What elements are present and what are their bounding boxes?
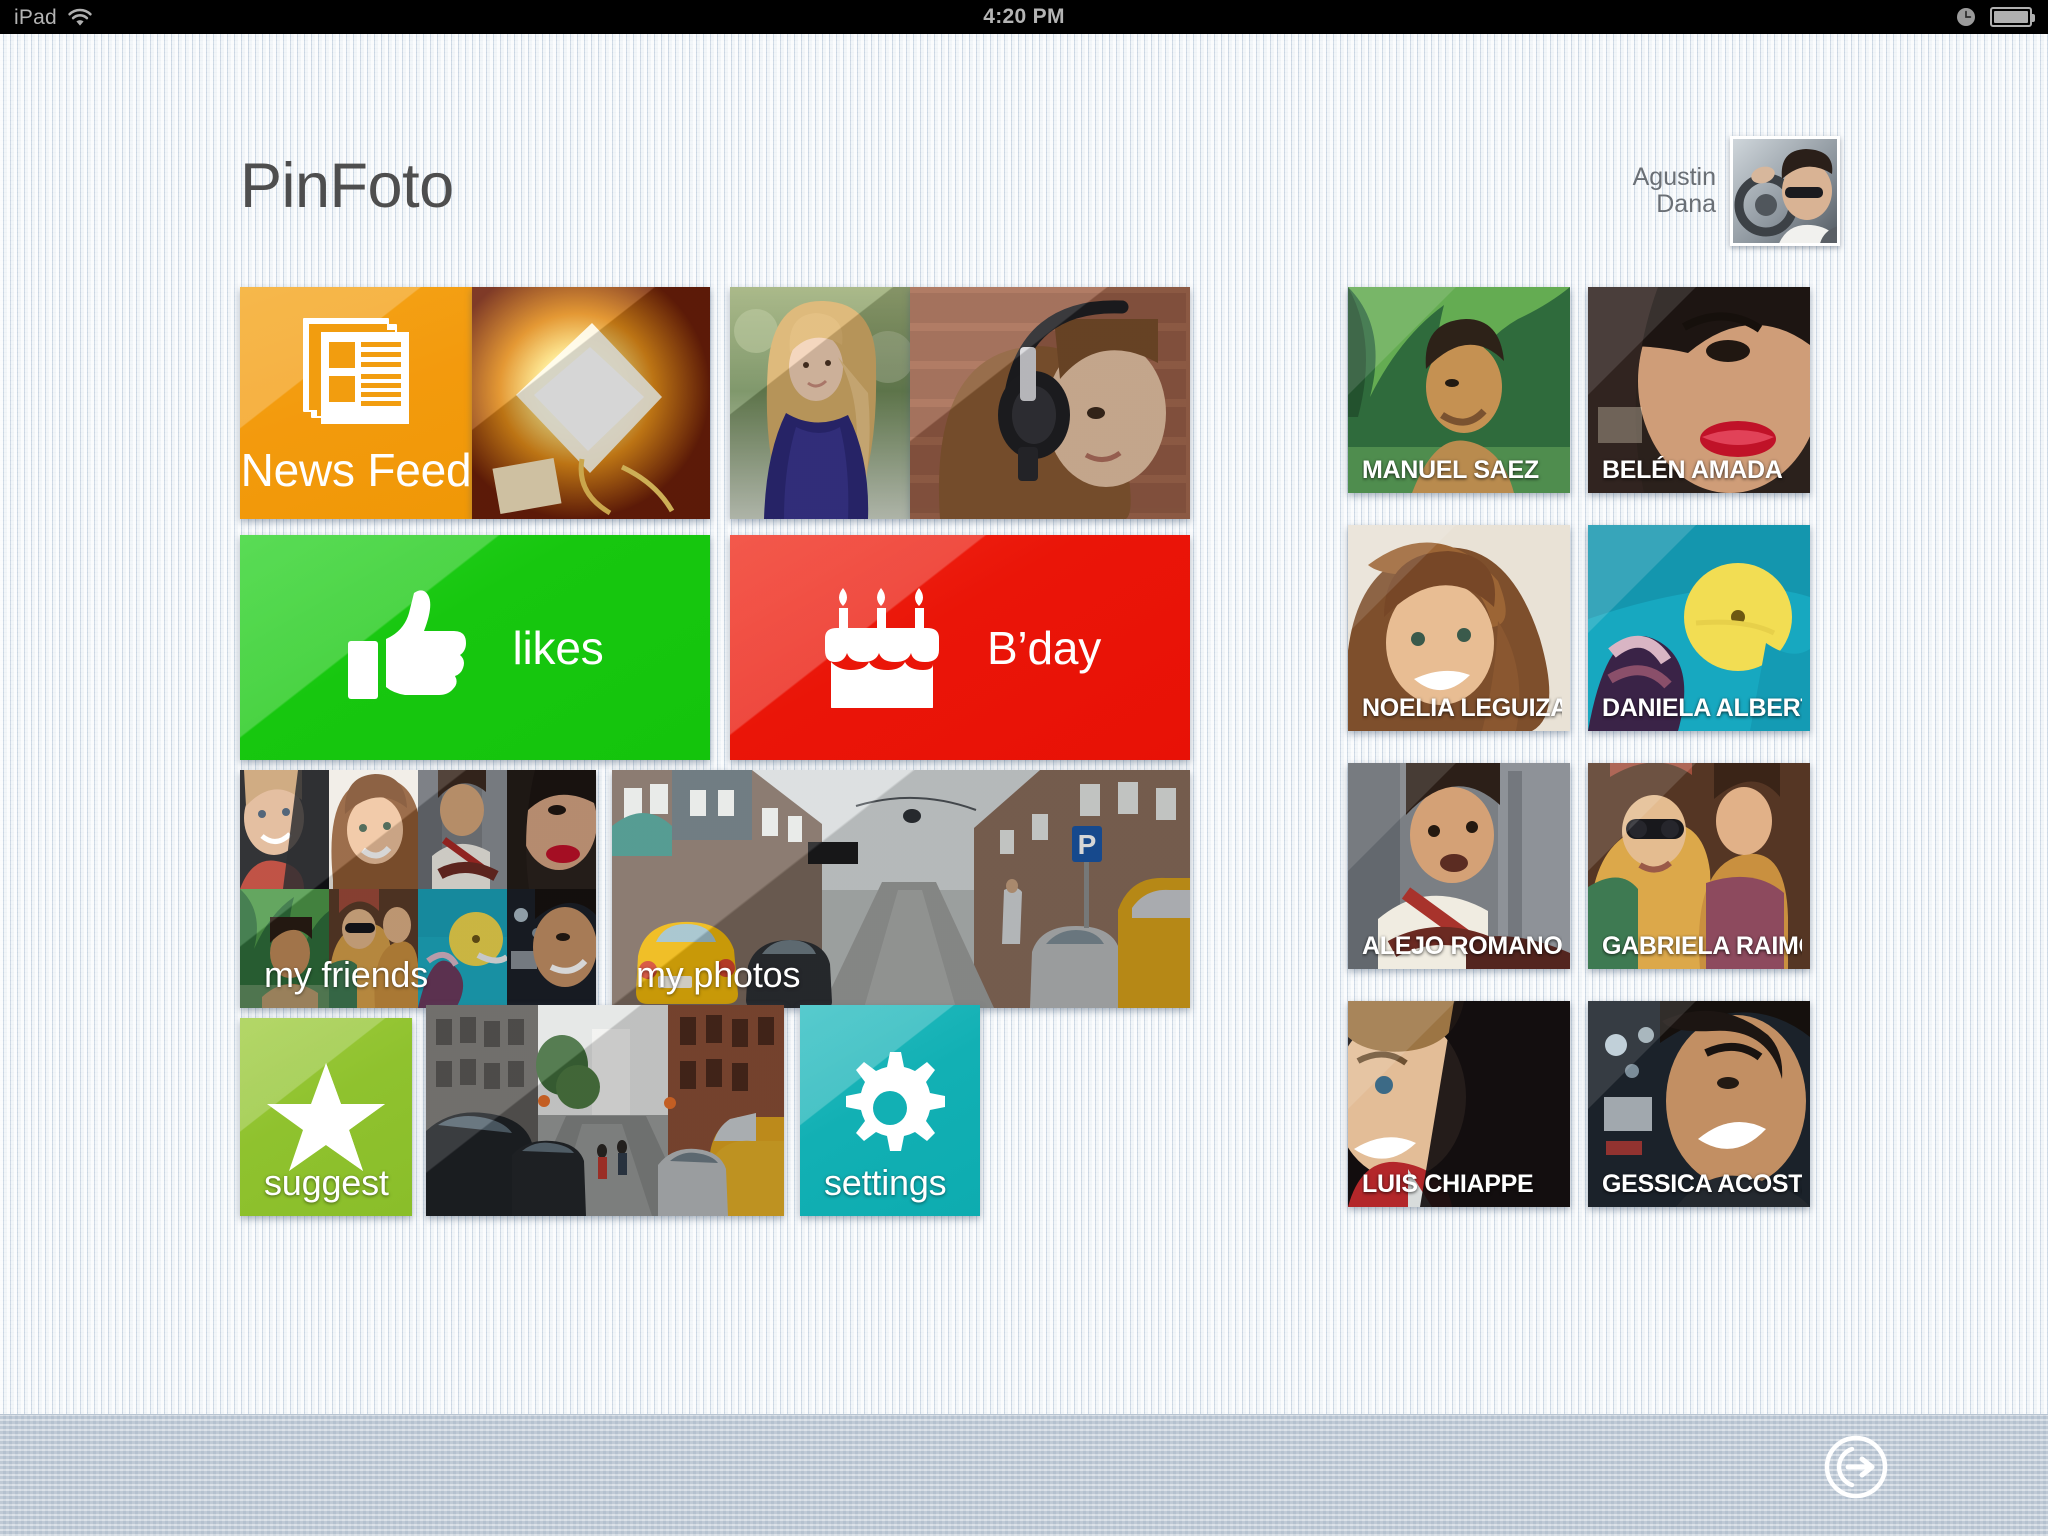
contact-card[interactable]: NOELIA LEGUIZA... — [1348, 525, 1570, 731]
app-page: PinFoto Agustin Dana News Feed likes B’d… — [0, 34, 2048, 1536]
contact-card[interactable]: GESSICA ACOSTA — [1588, 1001, 1810, 1207]
tile-label-news-feed: News Feed — [240, 443, 472, 496]
tile-suggest[interactable]: suggest — [240, 1018, 412, 1216]
gear-icon — [832, 1050, 948, 1171]
tile-photo-lamp[interactable] — [472, 287, 710, 519]
tile-grid: News Feed likes B’day my friends P my ph… — [240, 287, 1190, 1272]
tile-label-my-photos: my photos — [636, 954, 801, 995]
tile-photo-headphones-woman[interactable] — [910, 287, 1190, 519]
thumbs-up-icon — [346, 583, 470, 712]
contact-card[interactable]: MANUEL SAEZ — [1348, 287, 1570, 493]
contacts-grid: MANUEL SAEZ BELÉN AMADA NOELIA LEGUIZA D… — [1348, 287, 1810, 1207]
contact-name: GESSICA ACOSTA — [1602, 1170, 1802, 1198]
tile-likes[interactable]: likes — [240, 535, 710, 760]
tile-bday[interactable]: B’day — [730, 535, 1190, 760]
contact-name: MANUEL SAEZ — [1362, 456, 1539, 484]
tile-label-settings: settings — [824, 1162, 947, 1203]
tile-my-friends[interactable]: my friends — [240, 770, 596, 1008]
bottom-bar — [0, 1414, 2048, 1536]
contact-card[interactable]: DANIELA ALBERT — [1588, 525, 1810, 731]
tile-label-suggest: suggest — [264, 1162, 389, 1203]
tile-settings[interactable]: settings — [800, 1005, 980, 1216]
contact-name: ALEJO ROMANO — [1362, 932, 1562, 960]
contact-name: BELÉN AMADA — [1602, 456, 1783, 484]
contact-card[interactable]: LUIS CHIAPPE — [1348, 1001, 1570, 1207]
collage-cell — [418, 889, 507, 1008]
contact-card[interactable]: ALEJO ROMANO — [1348, 763, 1570, 969]
tile-label-bday: B’day — [986, 621, 1102, 674]
page-title: PinFoto — [240, 151, 454, 221]
battery-icon — [1990, 7, 2035, 27]
clock-icon — [1956, 7, 1976, 27]
contact-card[interactable]: GABRIELA RAIMO... — [1588, 763, 1810, 969]
tile-label-my-friends: my friends — [264, 954, 429, 995]
tile-photo-blonde-woman[interactable] — [730, 287, 910, 519]
logout-button[interactable] — [1822, 1433, 1890, 1501]
contact-name: GABRIELA RAIMO... — [1602, 932, 1802, 960]
contact-name: LUIS CHIAPPE — [1362, 1170, 1534, 1198]
logout-icon — [1824, 1435, 1888, 1499]
status-bar-right — [1956, 7, 2048, 27]
collage-cell — [418, 770, 507, 889]
app-header: PinFoto Agustin Dana — [240, 136, 2048, 259]
tile-photo-city-street[interactable] — [426, 1005, 784, 1216]
tile-my-photos[interactable]: P my photos — [612, 770, 1190, 1008]
ios-status-bar: iPad 4:20 PM — [0, 0, 2048, 34]
svg-text:P: P — [1078, 829, 1097, 860]
collage-cell — [507, 889, 596, 1008]
contact-name: NOELIA LEGUIZA... — [1362, 694, 1562, 722]
birthday-cake-icon — [819, 582, 945, 714]
avatar[interactable] — [1730, 136, 1840, 246]
contact-name: DANIELA ALBERT — [1602, 694, 1802, 722]
current-user-name: Agustin Dana — [1632, 162, 1716, 218]
tile-news-feed[interactable]: News Feed — [240, 287, 472, 519]
newspaper-icon — [295, 310, 417, 433]
status-bar-clock-time: 4:20 PM — [983, 5, 1065, 28]
collage-cell — [240, 770, 329, 889]
collage-cell — [507, 770, 596, 889]
tile-label-likes: likes — [512, 621, 604, 674]
current-user-block[interactable]: Agustin Dana — [1633, 136, 1840, 246]
star-icon — [266, 1057, 386, 1178]
collage-cell — [329, 770, 418, 889]
contact-card[interactable]: BELÉN AMADA — [1588, 287, 1810, 493]
